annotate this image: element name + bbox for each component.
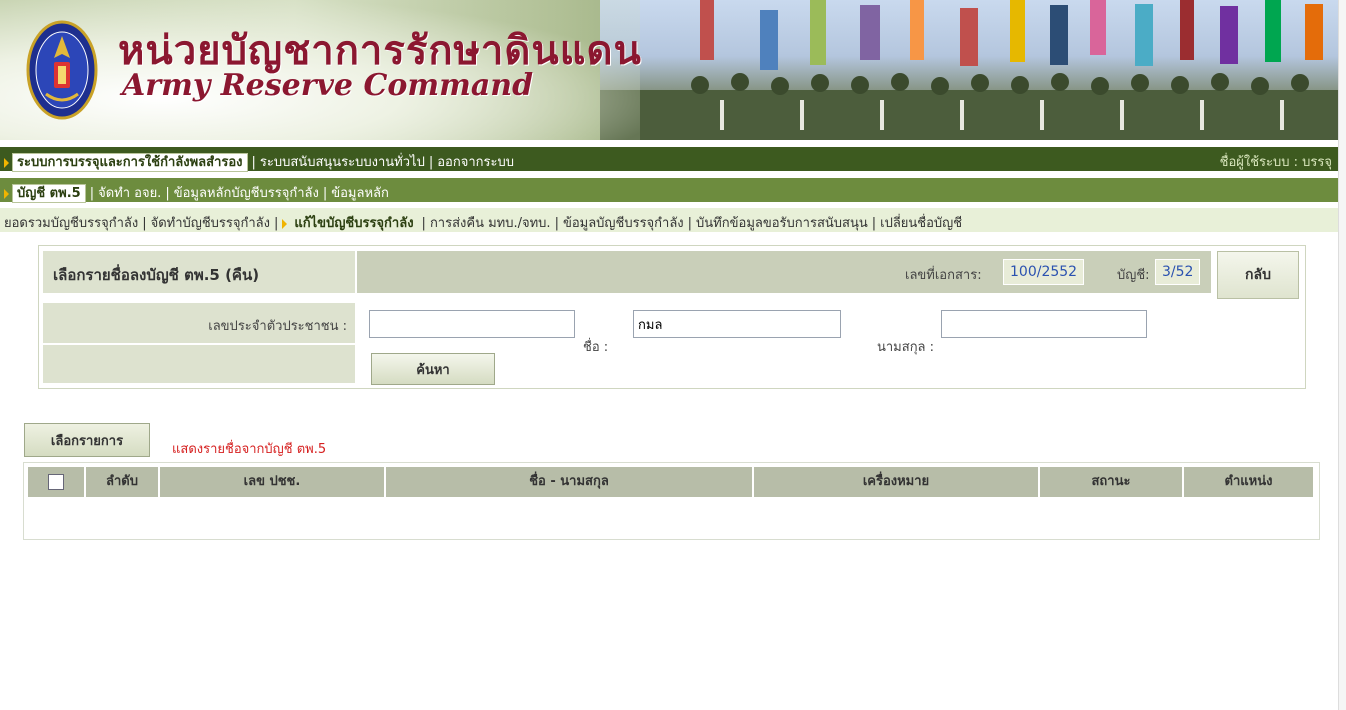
column-header-order: ลำดับ xyxy=(86,467,160,497)
document-info-bar: เลขที่เอกสาร: 100/2552 บัญชี: 3/52 xyxy=(357,251,1211,293)
search-button[interactable]: ค้นหา xyxy=(371,353,495,385)
citizen-id-input[interactable] xyxy=(369,310,575,338)
menu-account-tp5[interactable]: บัญชี ตพ.5 xyxy=(12,184,86,203)
header-banner: หน่วยบัญชาการรักษาดินแดน Army Reserve Co… xyxy=(0,0,1340,140)
menu-support-request[interactable]: บันทึกข้อมูลขอรับการสนับสนุน xyxy=(696,216,868,231)
table-header: ลำดับ เลข ปชช. ชื่อ - นามสกุล เครื่องหมา… xyxy=(28,467,1313,497)
surname-label: นามสกุล : xyxy=(877,340,935,355)
column-header-status: สถานะ xyxy=(1040,467,1184,497)
surname-input[interactable] xyxy=(941,310,1147,338)
doc-no-value: 100/2552 xyxy=(1003,259,1085,285)
menu-support-system[interactable]: ระบบสนับสนุนระบบงานทั่วไป xyxy=(260,155,425,170)
site-title-english: Army Reserve Command xyxy=(122,68,534,103)
menu-reserve-system[interactable]: ระบบการบรรจุและการใช้กำลังพลสำรอง xyxy=(12,153,248,172)
column-header-name: ชื่อ - นามสกุล xyxy=(386,467,754,497)
name-label: ชื่อ : xyxy=(583,340,609,355)
menu-master-account-data[interactable]: ข้อมูลหลักบัญชีบรรจุกำลัง xyxy=(174,186,319,201)
menu-create-ajy[interactable]: จัดทำ อจย. xyxy=(98,186,161,201)
menu-return-to-unit[interactable]: การส่งคืน มทบ./จทบ. xyxy=(430,216,551,231)
list-caption: แสดงรายชื่อจากบัญชี ตพ.5 xyxy=(172,442,327,457)
menu-account-summary[interactable]: ยอดรวมบัญชีบรรจุกำลัง xyxy=(4,216,138,231)
main-menu: ระบบการบรรจุและการใช้กำลังพลสำรอง | ระบบสน… xyxy=(0,147,1340,172)
account-value: 3/52 xyxy=(1155,259,1201,285)
results-table: ลำดับ เลข ปชช. ชื่อ - นามสกุล เครื่องหมา… xyxy=(23,462,1320,540)
panel-title-cell: เลือกรายชื่อลงบัญชี ตพ.5 (คืน) xyxy=(43,251,355,293)
arrow-icon xyxy=(4,157,9,168)
account-label: บัญชี: xyxy=(1117,268,1150,283)
panel-title: เลือกรายชื่อลงบัญชี ตพ.5 (คืน) xyxy=(53,266,260,284)
army-emblem-icon xyxy=(26,20,98,120)
select-items-button[interactable]: เลือกรายการ xyxy=(24,423,150,457)
menu-rename-account[interactable]: เปลี่ยนชื่อบัญชี xyxy=(880,216,962,231)
id-label: เลขประจำตัวประชาชน : xyxy=(208,319,347,334)
menu-master-data[interactable]: ข้อมูลหลัก xyxy=(331,186,389,201)
doc-no-label: เลขที่เอกสาร: xyxy=(905,268,982,283)
third-menu: ยอดรวมบัญชีบรรจุกำลัง | จัดทำบัญชีบรรจุกำล… xyxy=(0,208,1340,232)
arrow-icon xyxy=(4,188,9,199)
empty-label-cell xyxy=(43,345,355,383)
menu-edit-account[interactable]: แก้ไขบัญชีบรรจุกำลัง xyxy=(290,215,417,232)
back-button[interactable]: กลับ xyxy=(1217,251,1299,299)
select-all-checkbox[interactable] xyxy=(48,473,64,490)
id-label-cell: เลขประจำตัวประชาชน : xyxy=(43,303,355,343)
sub-menu: บัญชี ตพ.5 | จัดทำ อจย. | ข้อมูลหลักบัญชีบรร… xyxy=(0,178,1340,203)
select-all-cell xyxy=(28,467,86,497)
menu-account-info[interactable]: ข้อมูลบัญชีบรรจุกำลัง xyxy=(563,216,684,231)
column-header-insignia: เครื่องหมาย xyxy=(754,467,1040,497)
column-header-citizen-id: เลข ปชช. xyxy=(160,467,386,497)
search-panel: เลือกรายชื่อลงบัญชี ตพ.5 (คืน) เลขที่เอก… xyxy=(38,245,1306,389)
menu-logout[interactable]: ออกจากระบบ xyxy=(437,155,514,170)
arrow-icon xyxy=(282,218,288,229)
user-label: ชื่อผู้ใช้ระบบ : บรรจุ xyxy=(1219,155,1332,170)
soldiers-image xyxy=(600,73,1340,140)
page-scrollbar[interactable] xyxy=(1338,0,1346,710)
first-name-input[interactable] xyxy=(633,310,841,338)
column-header-position: ตำแหน่ง xyxy=(1184,467,1313,497)
menu-create-account[interactable]: จัดทำบัญชีบรรจุกำลัง xyxy=(151,216,270,231)
